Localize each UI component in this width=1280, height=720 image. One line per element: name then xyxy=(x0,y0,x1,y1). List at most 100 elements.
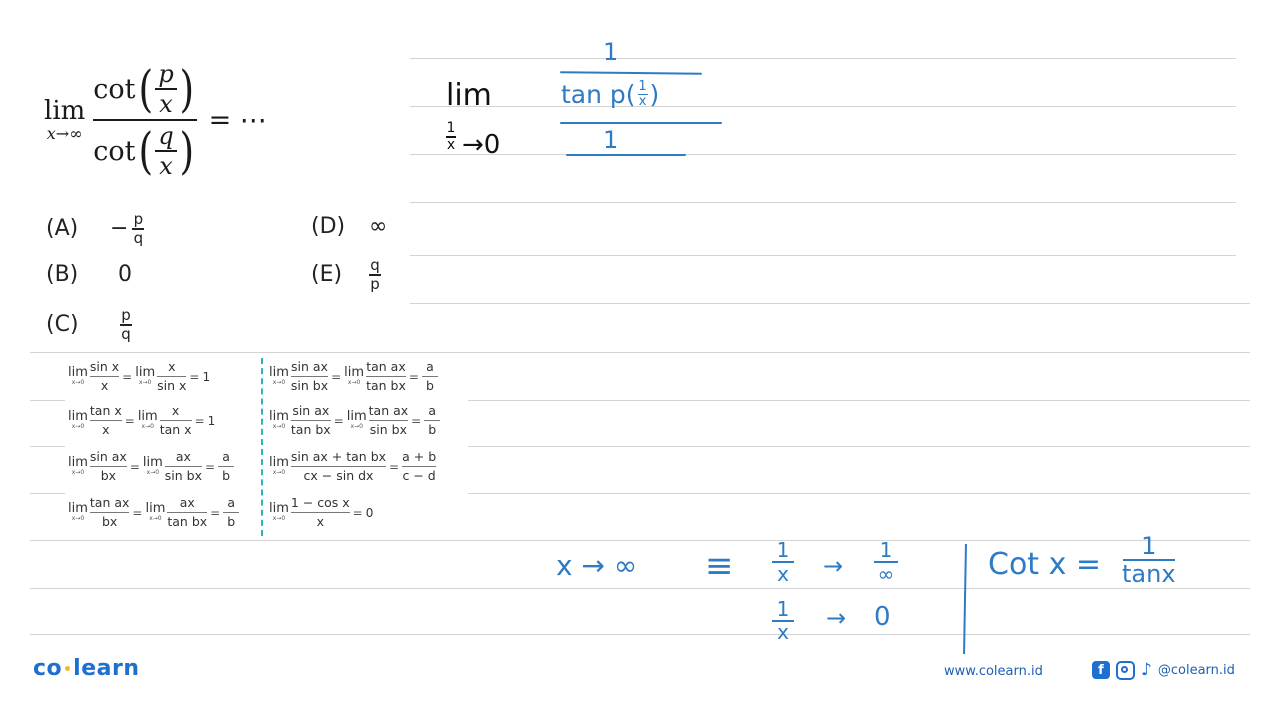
lim-word: lim xyxy=(344,365,365,380)
formula-lim: lim x→0 xyxy=(269,366,289,387)
frac-den: x xyxy=(777,562,789,586)
p-over-x: p x xyxy=(155,62,178,118)
frac-bar xyxy=(89,466,127,467)
lim-subscript: x→0 xyxy=(141,423,154,430)
tiktok-icon[interactable]: ♪ xyxy=(1141,660,1152,680)
formula-result-fraction: ab xyxy=(218,450,235,483)
instagram-icon[interactable] xyxy=(1116,660,1135,680)
formula-result: 1 xyxy=(202,369,211,384)
colearn-logo[interactable]: co learn xyxy=(33,656,139,681)
ruled-line xyxy=(30,540,1250,541)
equals-sign: = xyxy=(210,505,221,520)
frac-bar xyxy=(157,376,187,377)
frac-bar xyxy=(223,512,240,513)
frac-den: c − d xyxy=(402,468,436,483)
equals-sign: = xyxy=(333,413,344,428)
hw-fraction-bar xyxy=(559,71,703,75)
ruled-line xyxy=(30,446,65,447)
equals-sign: = xyxy=(122,369,133,384)
frac-num: q xyxy=(370,256,380,274)
cot-func: cot xyxy=(93,135,136,167)
option-value: ∞ xyxy=(369,214,388,239)
website-link[interactable]: www.colearn.id xyxy=(944,664,1043,679)
ruled-line xyxy=(468,446,1250,447)
frac-den: x xyxy=(316,514,324,529)
frac-den: x xyxy=(102,422,110,437)
ruled-line xyxy=(410,58,1236,59)
fraction-bar xyxy=(93,119,197,121)
equals-sign: = xyxy=(124,413,135,428)
hw-equiv: ≡ xyxy=(705,546,734,586)
option-d[interactable]: (D) ∞ xyxy=(311,214,387,239)
frac-num: tan ax xyxy=(368,403,409,418)
hw-fraction-bar xyxy=(566,154,686,156)
option-label: (C) xyxy=(46,312,79,338)
equals-sign: = xyxy=(129,459,140,474)
lim-word: lim xyxy=(68,365,88,380)
frac-den: sin bx xyxy=(164,468,203,483)
option-e[interactable]: (E) q p xyxy=(311,258,381,292)
hw-x-to-inf: x → ∞ xyxy=(556,549,638,582)
frac-num: sin ax xyxy=(89,449,127,464)
lim-word: lim xyxy=(44,96,86,126)
lim-subscript: x→0 xyxy=(149,515,162,522)
frac-den: x xyxy=(159,90,173,118)
frac-bar xyxy=(290,376,329,377)
lim-word: lim xyxy=(269,409,289,424)
frac-bar xyxy=(290,420,331,421)
frac-num: p xyxy=(133,210,144,228)
frac-num: tan x xyxy=(89,403,122,418)
formula-row: lim x→0 sin ax tan bx = lim x→0 tan ax sin bx = a b xyxy=(269,403,441,437)
option-c[interactable]: (C) p q xyxy=(46,308,132,342)
equals-sign: = xyxy=(132,505,143,520)
formula-lim: lim x→0 xyxy=(135,366,155,387)
frac-bar xyxy=(424,420,441,421)
frac-num: sin ax xyxy=(291,359,328,374)
lim-word: lim xyxy=(68,409,88,424)
formula-lim: lim x→0 xyxy=(68,502,88,523)
formula-fraction: x sin x xyxy=(157,360,187,393)
frac-num: a xyxy=(428,403,437,418)
frac-den: cx − sin dx xyxy=(303,468,374,483)
left-paren: ( xyxy=(137,122,153,180)
frac-bar xyxy=(164,466,203,467)
option-a[interactable]: (A) − p q xyxy=(46,210,145,246)
hw-tan-expr: tan p( 1 x ) xyxy=(561,80,659,109)
facebook-icon[interactable]: f xyxy=(1092,661,1110,679)
frac-bar xyxy=(89,420,122,421)
formula-fraction: sin ax tan bx xyxy=(290,404,331,437)
frac-bar xyxy=(368,420,409,421)
option-b[interactable]: (B) 0 xyxy=(46,262,132,287)
frac-den: tanx xyxy=(1122,560,1176,588)
lim-word: lim xyxy=(135,365,156,380)
ruled-line xyxy=(30,634,1250,635)
right-paren: ) xyxy=(179,60,195,118)
ruled-line xyxy=(30,588,1250,589)
frac-num: q xyxy=(158,122,174,150)
formula-row: lim x→0 tan x x = lim x→0 x tan x = 1 xyxy=(68,404,215,437)
frac-bar xyxy=(89,376,120,377)
main-fraction: cot ( p x ) cot ( q x ) xyxy=(93,60,197,180)
option-label: (D) xyxy=(311,214,346,239)
frac-den: bx xyxy=(101,514,118,529)
hw-inner-fraction: 1 x xyxy=(637,78,648,108)
formula-fraction: sin x x xyxy=(89,360,120,393)
equals-sign: = xyxy=(352,505,363,520)
social-links: f ♪ @colearn.id xyxy=(1092,660,1235,680)
lim-word: lim xyxy=(145,501,166,516)
frac-num: ax xyxy=(175,449,191,464)
frac-den: x xyxy=(446,136,456,153)
equals-sign: = xyxy=(389,459,400,474)
formula-lim: lim x→0 xyxy=(347,410,367,431)
frac-den: tan bx xyxy=(290,422,331,437)
formula-result-fraction: ab xyxy=(424,403,441,437)
option-label: (A) xyxy=(46,216,79,242)
q-over-x: q x xyxy=(155,122,178,178)
formula-divider xyxy=(261,358,263,536)
frac-den: x xyxy=(100,378,109,393)
frac-num: 1 xyxy=(879,538,893,562)
problem-expression: lim x→∞ cot ( p x ) cot ( q x ) = ⋯ xyxy=(44,60,267,180)
formula-row: lim x→0 sin ax bx = lim x→0 ax sin bx = a b xyxy=(68,449,235,483)
frac-bar xyxy=(167,512,208,513)
frac-num: 1 xyxy=(638,78,647,94)
